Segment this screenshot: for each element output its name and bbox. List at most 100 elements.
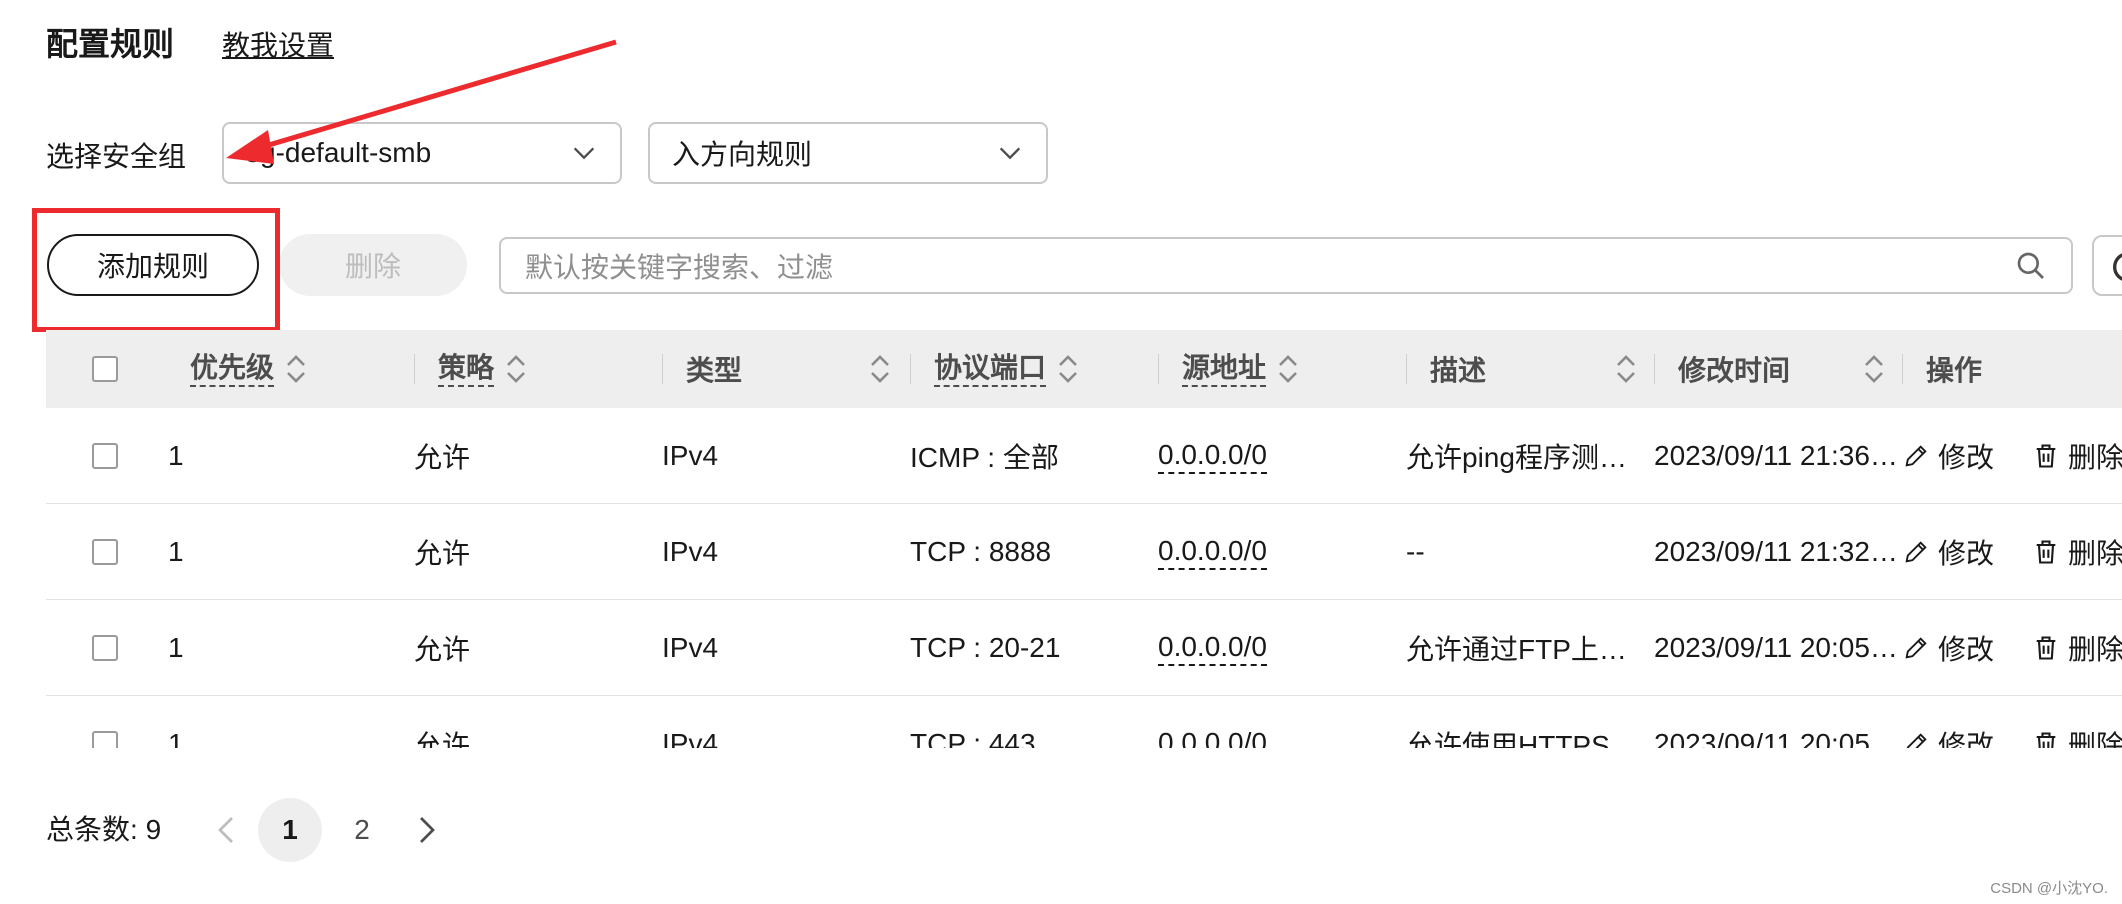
priority-cell: 1 [168, 536, 184, 567]
direction-select[interactable]: 入方向规则 [648, 122, 1048, 184]
table-row: 1 允许 IPv4 TCP : 443 0.0.0.0/0 允许使用HTTPS … [46, 696, 2122, 748]
sort-icon[interactable] [1278, 355, 1298, 383]
help-link[interactable]: 教我设置 [222, 26, 334, 66]
total-label: 总条数: [46, 814, 138, 845]
refresh-icon [2113, 253, 2122, 281]
column-header-description[interactable]: 描述 [1430, 330, 1486, 408]
column-header-actions: 操作 [1926, 330, 1982, 408]
column-header-source[interactable]: 源地址 [1182, 330, 1298, 408]
search-placeholder: 默认按关键字搜索、过滤 [525, 251, 834, 283]
delete-label: 删除 [2068, 634, 2122, 665]
type-cell: IPv4 [662, 728, 719, 748]
sort-icon[interactable] [1616, 355, 1636, 383]
annotation-highlight-box [32, 208, 280, 332]
pencil-icon [1905, 637, 1927, 659]
delete-label: 删除 [2068, 538, 2122, 569]
delete-label: 删除 [2068, 442, 2122, 473]
modified-time-cell: 2023/09/11 21:32… [1654, 536, 1898, 567]
edit-label: 修改 [1938, 442, 1995, 473]
source-address-link[interactable]: 0.0.0.0/0 [1158, 726, 1267, 748]
row-checkbox[interactable] [92, 443, 118, 469]
delete-row-button[interactable]: 删除 [2032, 724, 2122, 748]
table-row: 1 允许 IPv4 TCP : 8888 0.0.0.0/0 -- 2023/0… [46, 504, 2122, 600]
total-count: 总条数: 9 [46, 810, 161, 850]
delete-row-button[interactable]: 删除 [2032, 628, 2122, 668]
next-page-button[interactable] [395, 798, 459, 862]
delete-row-button[interactable]: 删除 [2032, 532, 2122, 572]
edit-button[interactable]: 修改 [1902, 532, 1994, 572]
policy-cell: 允许 [414, 730, 471, 748]
table-body: 1 允许 IPv4 ICMP : 全部 0.0.0.0/0 允许ping程序测…… [0, 408, 2122, 748]
sort-icon[interactable] [870, 355, 890, 383]
edit-button[interactable]: 修改 [1902, 436, 1994, 476]
column-header-modified-time[interactable]: 修改时间 [1678, 330, 1790, 408]
direction-value: 入方向规则 [672, 139, 813, 170]
source-address-link[interactable]: 0.0.0.0/0 [1158, 438, 1267, 474]
search-input[interactable]: 默认按关键字搜索、过滤 [499, 237, 2073, 294]
source-address-link[interactable]: 0.0.0.0/0 [1158, 630, 1267, 666]
priority-cell: 1 [168, 440, 184, 471]
modified-time-cell: 2023/09/11 20:05… [1654, 632, 1898, 663]
edit-button[interactable]: 修改 [1902, 628, 1994, 668]
delete-label: 删除 [2068, 730, 2122, 748]
page-button-1[interactable]: 1 [258, 798, 322, 862]
delete-row-button[interactable]: 删除 [2032, 436, 2122, 476]
page-title: 配置规则 [46, 26, 175, 62]
trash-icon [2036, 540, 2056, 564]
column-label: 操作 [1926, 355, 1983, 386]
search-icon[interactable] [2015, 250, 2047, 282]
edit-label: 修改 [1938, 634, 1995, 665]
sort-icon[interactable] [506, 355, 526, 383]
sort-icon[interactable] [1864, 355, 1884, 383]
security-group-value: sg-default-smb [246, 137, 432, 168]
edit-button[interactable]: 修改 [1902, 724, 1994, 748]
port-cell: TCP : 443 [910, 728, 1036, 748]
trash-icon [2036, 636, 2056, 660]
modified-time-cell: 2023/09/11 21:36… [1654, 440, 1898, 471]
column-header-priority[interactable]: 优先级 [190, 330, 306, 408]
column-label: 类型 [686, 355, 743, 386]
delete-button[interactable]: 删除 [279, 234, 467, 296]
sort-icon[interactable] [1058, 355, 1078, 383]
column-header-type[interactable]: 类型 [686, 330, 742, 408]
sort-icon[interactable] [286, 355, 306, 383]
policy-cell: 允许 [414, 538, 471, 569]
pencil-icon [1906, 733, 1927, 748]
pencil-icon [1905, 541, 1927, 563]
type-cell: IPv4 [662, 632, 719, 663]
column-label: 描述 [1430, 355, 1487, 386]
chevron-down-icon [573, 147, 595, 160]
trash-icon [2036, 444, 2056, 468]
policy-cell: 允许 [414, 442, 471, 473]
source-address-link[interactable]: 0.0.0.0/0 [1158, 534, 1267, 570]
select-all-cell[interactable] [92, 330, 118, 408]
edit-label: 修改 [1938, 538, 1995, 569]
security-group-select[interactable]: sg-default-smb [222, 122, 622, 184]
type-cell: IPv4 [662, 536, 719, 567]
type-cell: IPv4 [662, 440, 719, 471]
column-label: 协议端口 [934, 351, 1047, 387]
priority-cell: 1 [168, 728, 184, 748]
column-header-protocol-port[interactable]: 协议端口 [934, 330, 1078, 408]
table-row: 1 允许 IPv4 ICMP : 全部 0.0.0.0/0 允许ping程序测…… [46, 408, 2122, 504]
column-label: 源地址 [1182, 351, 1267, 387]
port-cell: ICMP : 全部 [910, 442, 1059, 473]
watermark: CSDN @小沈YO. [1990, 880, 2108, 897]
table-row: 1 允许 IPv4 TCP : 20-21 0.0.0.0/0 允许通过FTP上… [46, 600, 2122, 696]
prev-page-button[interactable] [194, 798, 258, 862]
refresh-button[interactable] [2092, 235, 2122, 296]
column-header-policy[interactable]: 策略 [438, 330, 526, 408]
modified-time-cell: 2023/09/11 20:05 [1654, 728, 1870, 748]
select-all-checkbox[interactable] [92, 356, 118, 382]
description-cell: 允许使用HTTPS [1406, 730, 1610, 748]
chevron-left-icon [218, 817, 233, 843]
description-cell: -- [1406, 536, 1425, 567]
column-label: 修改时间 [1678, 355, 1791, 386]
table-header: 优先级 策略 类型 协议端口 源地址 描述 修改时间 操作 [46, 330, 2122, 408]
page-button-2[interactable]: 2 [330, 798, 394, 862]
description-cell: 允许ping程序测… [1406, 442, 1627, 473]
row-checkbox[interactable] [92, 731, 118, 748]
row-checkbox[interactable] [92, 539, 118, 565]
row-checkbox[interactable] [92, 635, 118, 661]
total-value: 9 [145, 814, 162, 845]
